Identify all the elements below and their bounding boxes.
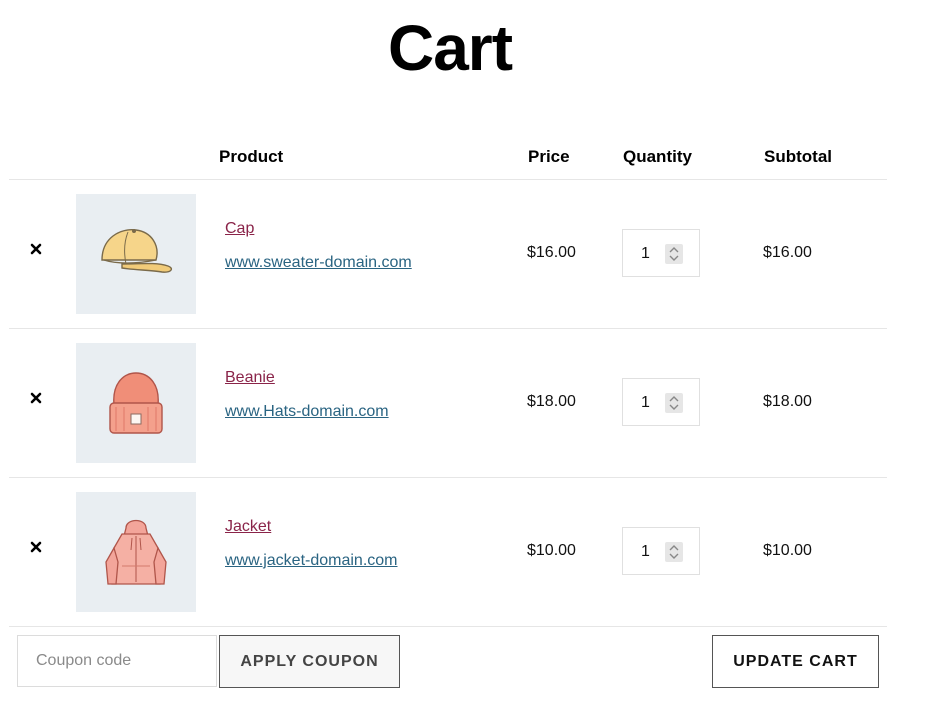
quantity-stepper[interactable]: 1 (622, 229, 700, 277)
quantity-value: 1 (641, 394, 650, 411)
quantity-stepper[interactable]: 1 (622, 378, 700, 426)
update-cart-button[interactable]: UPDATE CART (712, 635, 879, 688)
spinner-arrows-icon[interactable] (665, 244, 683, 264)
cap-icon[interactable] (76, 194, 196, 314)
item-price: $18.00 (527, 393, 576, 410)
spinner-arrows-icon[interactable] (665, 542, 683, 562)
table-header: Product Price Quantity Subtotal (9, 135, 887, 180)
quantity-value: 1 (641, 543, 650, 560)
remove-item-icon[interactable] (29, 540, 43, 554)
product-url-link[interactable]: www.jacket-domain.com (225, 552, 398, 570)
product-url-link[interactable]: www.Hats-domain.com (225, 403, 389, 421)
table-row: Jacket www.jacket-domain.com $10.00 1 $1… (9, 478, 887, 627)
apply-coupon-button[interactable]: APPLY COUPON (219, 635, 400, 688)
coupon-code-input[interactable] (17, 635, 217, 687)
table-row: Beanie www.Hats-domain.com $18.00 1 $18.… (9, 329, 887, 478)
remove-item-icon[interactable] (29, 242, 43, 256)
header-quantity: Quantity (623, 147, 692, 166)
remove-item-icon[interactable] (29, 391, 43, 405)
table-row: Cap www.sweater-domain.com $16.00 1 $16.… (9, 180, 887, 329)
header-price: Price (528, 147, 570, 166)
item-price: $16.00 (527, 244, 576, 261)
product-name-link[interactable]: Jacket (225, 518, 271, 536)
item-subtotal: $16.00 (763, 244, 812, 261)
spinner-arrows-icon[interactable] (665, 393, 683, 413)
header-product: Product (219, 147, 284, 166)
product-url-link[interactable]: www.sweater-domain.com (225, 254, 412, 272)
product-name-link[interactable]: Beanie (225, 369, 275, 387)
item-price: $10.00 (527, 542, 576, 559)
product-name-link[interactable]: Cap (225, 220, 254, 238)
hoodie-icon[interactable] (76, 492, 196, 612)
header-subtotal: Subtotal (764, 147, 832, 166)
beanie-icon[interactable] (76, 343, 196, 463)
quantity-stepper[interactable]: 1 (622, 527, 700, 575)
page-title: Cart (387, 12, 513, 84)
item-subtotal: $10.00 (763, 542, 812, 559)
item-subtotal: $18.00 (763, 393, 812, 410)
quantity-value: 1 (641, 245, 650, 262)
